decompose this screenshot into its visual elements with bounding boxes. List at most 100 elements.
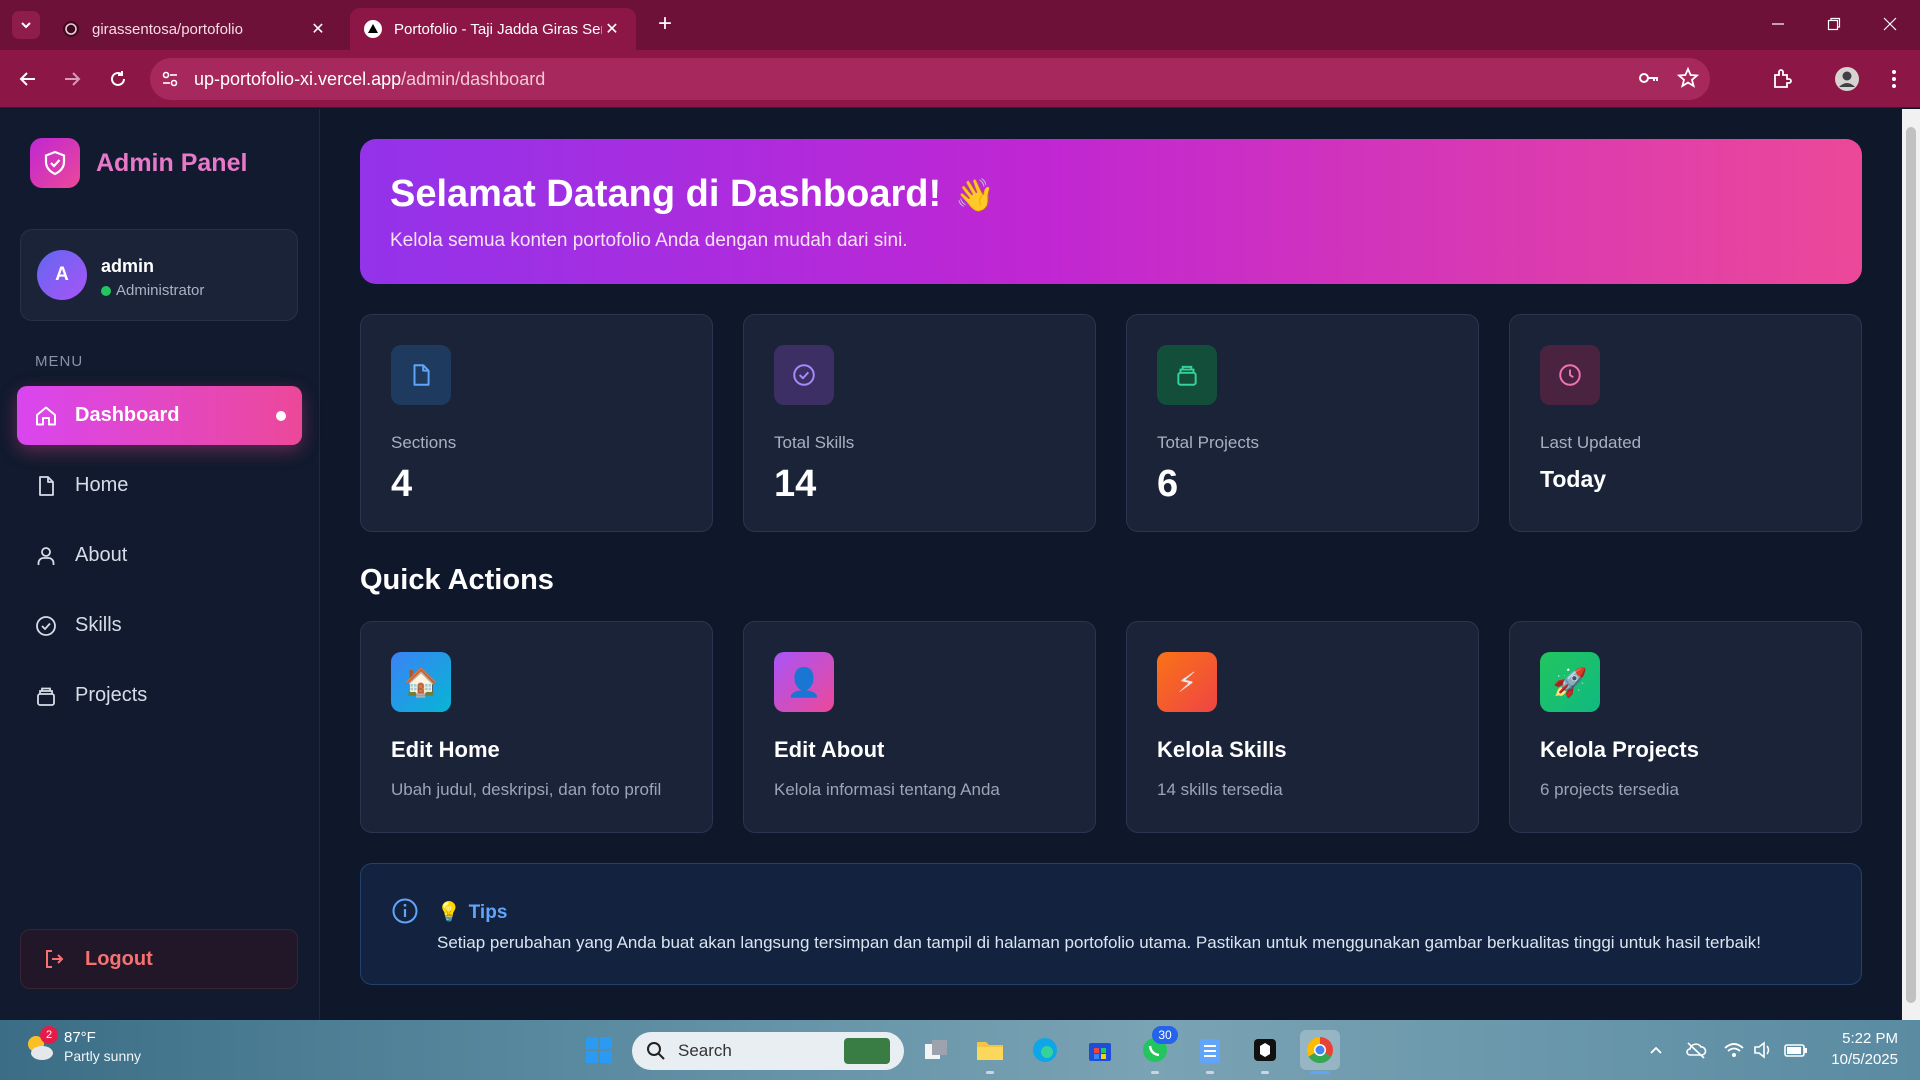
microsoft-store-icon[interactable] <box>1080 1030 1120 1070</box>
site-settings-icon[interactable] <box>150 59 190 99</box>
minimize-icon[interactable] <box>1758 10 1798 38</box>
onedrive-offline-icon[interactable] <box>1684 1038 1708 1062</box>
tab-portofolio[interactable]: Portofolio - Taji Jadda Giras Sen ✕ <box>350 8 636 50</box>
action-title: Edit Home <box>391 737 500 762</box>
back-icon[interactable] <box>14 65 42 93</box>
check-circle-icon <box>33 613 59 639</box>
file-explorer-icon[interactable] <box>970 1030 1010 1070</box>
logout-icon <box>41 946 67 972</box>
avatar: A <box>37 250 87 300</box>
file-icon <box>391 345 451 405</box>
rocket-icon: 🚀 <box>1540 652 1600 712</box>
page-viewport: Admin Panel A admin Administrator MENU D… <box>0 109 1902 1020</box>
shield-check-icon <box>30 138 80 188</box>
volume-icon[interactable] <box>1752 1038 1776 1062</box>
file-icon <box>33 473 59 499</box>
password-key-icon[interactable] <box>1636 66 1660 95</box>
action-description: 14 skills tersedia <box>1157 780 1283 799</box>
notepad-icon[interactable] <box>1190 1030 1230 1070</box>
welcome-banner: Selamat Datang di Dashboard! 👋 Kelola sem… <box>360 139 1862 284</box>
browser-toolbar: up-portofolio-xi.vercel.app/admin/dashbo… <box>0 50 1920 108</box>
sidebar-item-label: Home <box>75 474 129 496</box>
url-text: up-portofolio-xi.vercel.app/admin/dashbo… <box>194 68 546 89</box>
close-window-icon[interactable] <box>1870 10 1910 38</box>
page-scrollbar[interactable] <box>1902 109 1920 1020</box>
extensions-icon[interactable] <box>1768 65 1796 93</box>
task-view-icon[interactable] <box>916 1030 956 1070</box>
logout-label: Logout <box>85 947 153 970</box>
taskbar: 2 87°F Partly sunny Search 30 5:22 PM 10… <box>0 1020 1920 1080</box>
tab-title: Portofolio - Taji Jadda Giras Sen <box>394 20 602 38</box>
bookmark-star-icon[interactable] <box>1676 66 1700 95</box>
clock-time: 5:22 PM <box>1842 1030 1898 1047</box>
chrome-icon[interactable] <box>1300 1030 1340 1070</box>
sidebar-item-skills[interactable]: Skills <box>17 596 302 655</box>
sidebar: Admin Panel A admin Administrator MENU D… <box>0 109 320 1020</box>
inbox-icon <box>33 683 59 709</box>
stat-value: 4 <box>391 463 413 505</box>
action-title: Edit About <box>774 737 885 762</box>
person-icon: 👤 <box>774 652 834 712</box>
reload-icon[interactable] <box>104 65 132 93</box>
vercel-icon <box>364 20 382 38</box>
weather-condition: Partly sunny <box>64 1048 142 1064</box>
edge-browser-icon[interactable] <box>1025 1030 1065 1070</box>
action-card-edit-about[interactable]: 👤 Edit About Kelola informasi tentang An… <box>743 621 1096 833</box>
tips-panel: 💡 Tips Setiap perubahan yang Anda buat ak… <box>360 863 1862 985</box>
sidebar-item-dashboard[interactable]: Dashboard <box>17 386 302 445</box>
running-indicator <box>1310 1071 1330 1074</box>
partly-sunny-icon: 2 <box>22 1026 58 1064</box>
inbox-icon <box>1157 345 1217 405</box>
search-placeholder: Search <box>678 1041 732 1060</box>
close-tab-icon[interactable]: ✕ <box>308 19 328 39</box>
sidebar-item-label: Dashboard <box>75 404 180 426</box>
user-role: Administrator <box>101 282 204 299</box>
windows-start-icon[interactable] <box>579 1030 619 1070</box>
profile-avatar-icon[interactable] <box>1833 65 1861 93</box>
tab-title: girassentosa/portofolio <box>92 20 243 38</box>
welcome-title: Selamat Datang di Dashboard! 👋 <box>390 173 995 215</box>
new-tab-button[interactable]: + <box>651 11 679 39</box>
taskbar-search[interactable]: Search <box>632 1032 904 1070</box>
running-indicator <box>1151 1071 1159 1074</box>
tips-text: Setiap perubahan yang Anda buat akan lan… <box>437 933 1762 952</box>
active-indicator-dot <box>276 411 286 421</box>
action-card-kelola-skills[interactable]: ⚡ Kelola Skills 14 skills tersedia <box>1126 621 1479 833</box>
address-bar[interactable]: up-portofolio-xi.vercel.app/admin/dashbo… <box>150 58 1710 100</box>
forward-icon[interactable] <box>58 65 86 93</box>
app-icon[interactable] <box>1245 1030 1285 1070</box>
weather-widget[interactable]: 2 87°F Partly sunny <box>22 1026 142 1066</box>
github-icon <box>62 20 80 38</box>
action-card-kelola-projects[interactable]: 🚀 Kelola Projects 6 projects tersedia <box>1509 621 1862 833</box>
search-icon <box>646 1041 666 1061</box>
logout-button[interactable]: Logout <box>20 929 298 989</box>
stat-label: Total Projects <box>1157 433 1260 452</box>
info-icon <box>391 897 419 925</box>
system-clock[interactable]: 5:22 PM 10/5/2025 <box>1831 1028 1898 1070</box>
lightning-icon: ⚡ <box>1157 652 1217 712</box>
brand: Admin Panel <box>30 138 247 188</box>
sidebar-item-projects[interactable]: Projects <box>17 666 302 725</box>
action-card-edit-home[interactable]: 🏠 Edit Home Ubah judul, deskripsi, dan f… <box>360 621 713 833</box>
sidebar-item-label: About <box>75 544 128 566</box>
search-highlight-image <box>844 1038 890 1064</box>
wifi-icon[interactable] <box>1722 1038 1746 1062</box>
stat-label: Last Updated <box>1540 433 1642 452</box>
online-status-dot <box>101 285 111 296</box>
restore-icon[interactable] <box>1814 10 1854 38</box>
chevron-up-icon[interactable] <box>1644 1038 1668 1062</box>
more-menu-icon[interactable] <box>1880 65 1908 93</box>
scrollbar-thumb[interactable] <box>1906 127 1916 1003</box>
tab-search-button[interactable] <box>12 11 40 39</box>
stat-card-sections: Sections 4 <box>360 314 713 532</box>
stat-value: 6 <box>1157 463 1179 505</box>
check-circle-icon <box>774 345 834 405</box>
battery-icon[interactable] <box>1784 1038 1808 1062</box>
sidebar-item-home[interactable]: Home <box>17 456 302 515</box>
clock-icon <box>1540 345 1600 405</box>
close-tab-icon[interactable]: ✕ <box>602 19 622 39</box>
chevron-down-icon <box>21 22 31 29</box>
sidebar-item-about[interactable]: About <box>17 526 302 585</box>
tab-github[interactable]: girassentosa/portofolio ✕ <box>48 8 342 50</box>
action-title: Kelola Skills <box>1157 737 1287 762</box>
